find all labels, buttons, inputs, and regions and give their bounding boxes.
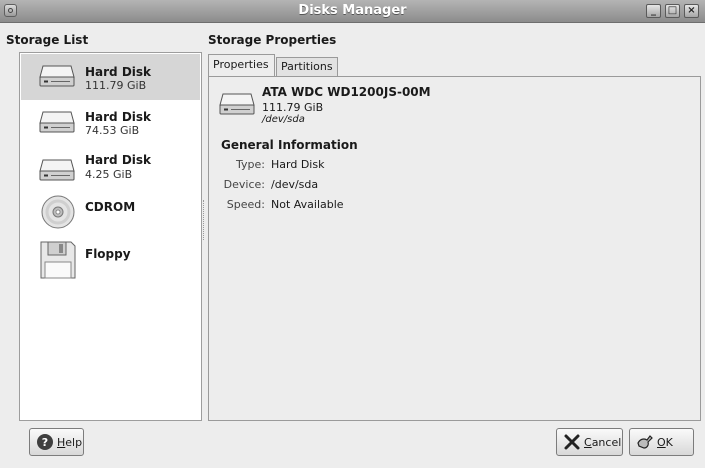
- storage-list-title: Storage List: [6, 33, 89, 47]
- storage-item-size: 4.25 GiB: [85, 168, 133, 181]
- cancel-mnemonic: C: [584, 435, 592, 449]
- close-button[interactable]: ×: [684, 4, 699, 18]
- svg-text:?: ?: [42, 436, 48, 449]
- type-value: Hard Disk: [271, 158, 325, 171]
- ok-mnemonic: O: [657, 435, 666, 449]
- storage-item-name: Hard Disk: [85, 153, 152, 167]
- general-information-title: General Information: [221, 138, 358, 152]
- storage-item-name: Floppy: [85, 247, 131, 261]
- properties-panel: ATA WDC WD1200JS-00M 111.79 GiB /dev/sda…: [208, 76, 701, 421]
- storage-list[interactable]: Hard Disk 111.79 GiB Hard Disk 74.53 GiB…: [19, 52, 202, 421]
- hard-disk-icon: [39, 159, 75, 181]
- help-button[interactable]: ? Help: [29, 428, 84, 456]
- speed-value: Not Available: [271, 198, 344, 211]
- help-icon: ?: [37, 434, 53, 450]
- storage-item-hard-disk-2[interactable]: Hard Disk 74.53 GiB: [21, 100, 200, 146]
- storage-item-size: 111.79 GiB: [85, 79, 147, 92]
- cancel-button[interactable]: Cancel: [556, 428, 623, 456]
- storage-item-name: Hard Disk: [85, 65, 152, 79]
- storage-item-hard-disk-3[interactable]: Hard Disk 4.25 GiB: [21, 146, 200, 192]
- hard-disk-icon: [39, 111, 75, 133]
- ok-button[interactable]: OK: [629, 428, 694, 456]
- storage-item-hard-disk-1[interactable]: Hard Disk 111.79 GiB: [21, 54, 200, 100]
- tab-partitions[interactable]: Partitions: [276, 57, 338, 76]
- window-title: Disks Manager: [298, 3, 407, 18]
- ok-label: K: [665, 435, 673, 449]
- floppy-icon: [40, 241, 76, 279]
- cdrom-icon: [41, 195, 75, 229]
- title-bar: Disks Manager _ □ ×: [0, 0, 705, 23]
- device-value: /dev/sda: [271, 178, 319, 191]
- hard-disk-icon: [39, 65, 75, 87]
- speed-label: Speed:: [226, 198, 265, 211]
- storage-item-name: CDROM: [85, 200, 136, 214]
- device-model: ATA WDC WD1200JS-00M: [262, 85, 431, 99]
- storage-item-size: 74.53 GiB: [85, 124, 140, 137]
- help-label: elp: [65, 435, 83, 449]
- minimize-button[interactable]: _: [646, 4, 661, 18]
- type-label: Type:: [236, 158, 265, 171]
- tab-properties[interactable]: Properties: [208, 54, 275, 76]
- storage-item-cdrom[interactable]: CDROM: [21, 192, 200, 238]
- device-size: 111.79 GiB: [262, 101, 324, 114]
- hard-disk-icon: [219, 93, 255, 115]
- help-mnemonic: H: [57, 435, 66, 449]
- device-label: Device:: [223, 178, 265, 191]
- maximize-button[interactable]: □: [665, 4, 680, 18]
- storage-item-floppy[interactable]: Floppy: [21, 238, 200, 284]
- cancel-icon: [564, 434, 580, 450]
- storage-item-name: Hard Disk: [85, 110, 152, 124]
- device-path: /dev/sda: [262, 114, 305, 125]
- cancel-label: ancel: [591, 435, 622, 449]
- ok-icon: [637, 435, 653, 449]
- storage-properties-title: Storage Properties: [208, 33, 337, 47]
